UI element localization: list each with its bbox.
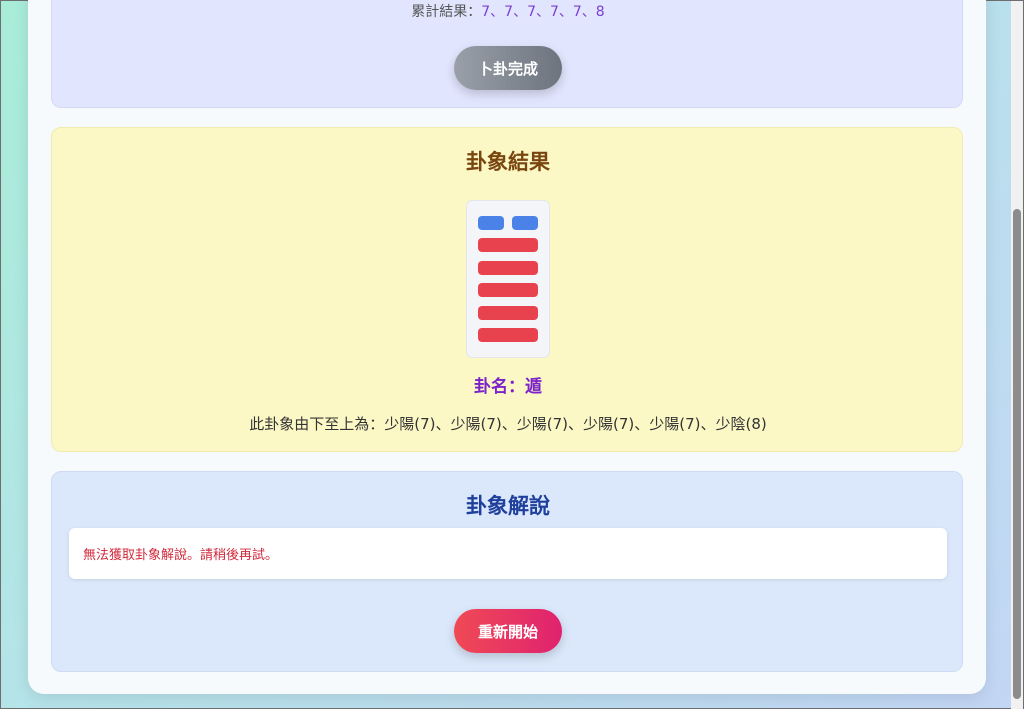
cumulative-result: 累計結果：7、7、7、7、7、8 [52, 2, 964, 22]
explanation-error-box: 無法獲取卦象解說。請稍後再試。 [69, 528, 947, 579]
result-title: 卦象結果 [466, 150, 550, 174]
hexagram-line-4-yang [478, 261, 538, 275]
divination-panel: 累計結果：7、7、7、7、7、8 卜卦完成 [51, 0, 963, 108]
hexagram-figure [466, 200, 550, 358]
scrollbar-thumb[interactable] [1013, 209, 1021, 699]
hexagram-line-6-yin-left [478, 216, 504, 230]
page-scrollbar[interactable] [1011, 1, 1023, 709]
restart-button[interactable]: 重新開始 [454, 609, 562, 653]
hexagram-line-2-yang [478, 306, 538, 320]
hexagram-result-panel: 卦象結果 卦名：遁 此卦象由下至上為：少陽(7)、少陽(7)、少陽(7)、少陽(… [51, 127, 963, 452]
hexagram-explanation-panel: 卦象解說 無法獲取卦象解說。請稍後再試。 重新開始 [51, 471, 963, 672]
hexagram-line-1-yang [478, 328, 538, 342]
divination-done-button[interactable]: 卜卦完成 [454, 46, 562, 90]
cumulative-label: 累計結果： [411, 4, 482, 20]
hexagram-description: 此卦象由下至上為：少陽(7)、少陽(7)、少陽(7)、少陽(7)、少陽(7)、少… [249, 415, 767, 433]
explanation-error-message: 無法獲取卦象解說。請稍後再試。 [83, 548, 279, 563]
hexagram-line-6-yin-right [512, 216, 538, 230]
explanation-title: 卦象解說 [466, 494, 550, 518]
hexagram-name: 卦名：遁 [474, 377, 542, 397]
hexagram-line-3-yang [478, 283, 538, 297]
hexagram-line-5-yang [478, 238, 538, 252]
cumulative-values: 7、7、7、7、7、8 [481, 4, 605, 20]
